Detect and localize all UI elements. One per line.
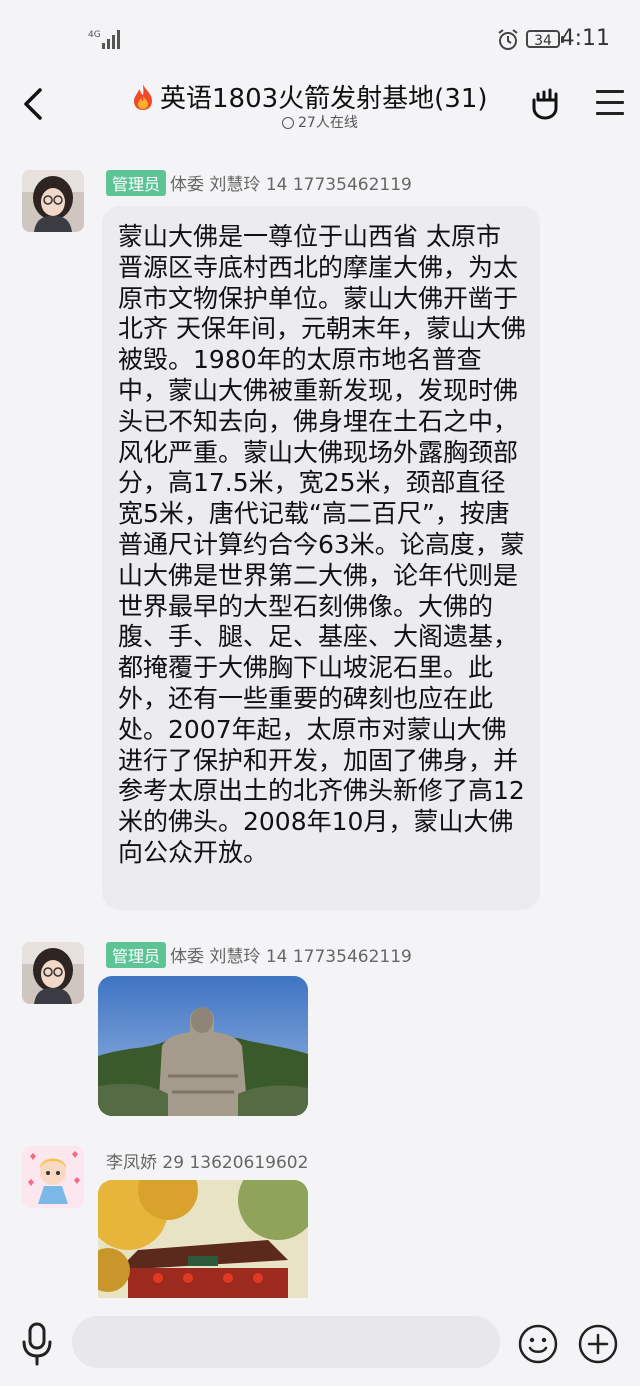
clock: 4:11 [560, 26, 610, 51]
plus-icon[interactable] [578, 1324, 618, 1364]
online-count-text: 27人在线 [298, 115, 358, 131]
input-bar [0, 1298, 640, 1386]
text-message-bubble[interactable]: 蒙山大佛是一尊位于山西省 太原市 晋源区寺底村西北的摩崖大佛，为太原市文物保护单… [102, 206, 540, 910]
message-sender: 管理员 体委 刘慧玲 14 17735462119 [106, 942, 412, 968]
menu-button[interactable] [596, 90, 624, 116]
status-bar: 4G 34 4:11 [0, 0, 640, 72]
alarm-icon [498, 29, 518, 50]
network-label: 4G [88, 30, 101, 40]
buddha-statue-photo [98, 976, 308, 1116]
temple-photo [98, 1180, 308, 1298]
image-message[interactable] [98, 1180, 308, 1298]
image-message[interactable] [98, 976, 308, 1116]
message-input[interactable] [72, 1316, 500, 1368]
chat-header: 英语1803火箭发射基地(31) 27人在线 [0, 72, 640, 142]
menu-line [596, 101, 624, 104]
online-count[interactable]: 27人在线 [282, 112, 358, 132]
avatar[interactable] [22, 170, 84, 232]
admin-badge: 管理员 [106, 942, 167, 968]
admin-badge: 管理员 [106, 170, 167, 196]
avatar-photo [22, 170, 84, 232]
group-title[interactable]: 英语1803火箭发射基地(31) [130, 78, 510, 115]
avatar[interactable] [22, 1146, 84, 1208]
menu-line [596, 90, 624, 93]
message-sender: 管理员 体委 刘慧玲 14 17735462119 [106, 170, 412, 196]
battery-indicator: 34 [526, 30, 564, 49]
sender-name: 体委 刘慧玲 14 17735462119 [170, 175, 412, 195]
emoji-icon[interactable] [518, 1324, 558, 1364]
message-sender: 李凤娇 29 13620619602 [106, 1148, 308, 1173]
avatar[interactable] [22, 942, 84, 1004]
group-title-text: 英语1803火箭发射基地(31) [160, 84, 488, 114]
menu-line [596, 112, 624, 115]
signal-icon: 4G [88, 30, 120, 49]
chevron-down-icon [282, 117, 294, 129]
back-button[interactable] [18, 84, 48, 124]
avatar-cartoon [22, 1146, 84, 1208]
avatar-photo [22, 942, 84, 1004]
microphone-icon[interactable] [20, 1322, 54, 1366]
sender-name: 体委 刘慧玲 14 17735462119 [170, 947, 412, 967]
hand-gesture-icon[interactable] [528, 86, 562, 120]
fire-icon [134, 84, 152, 110]
sender-name: 李凤娇 29 13620619602 [106, 1153, 309, 1173]
